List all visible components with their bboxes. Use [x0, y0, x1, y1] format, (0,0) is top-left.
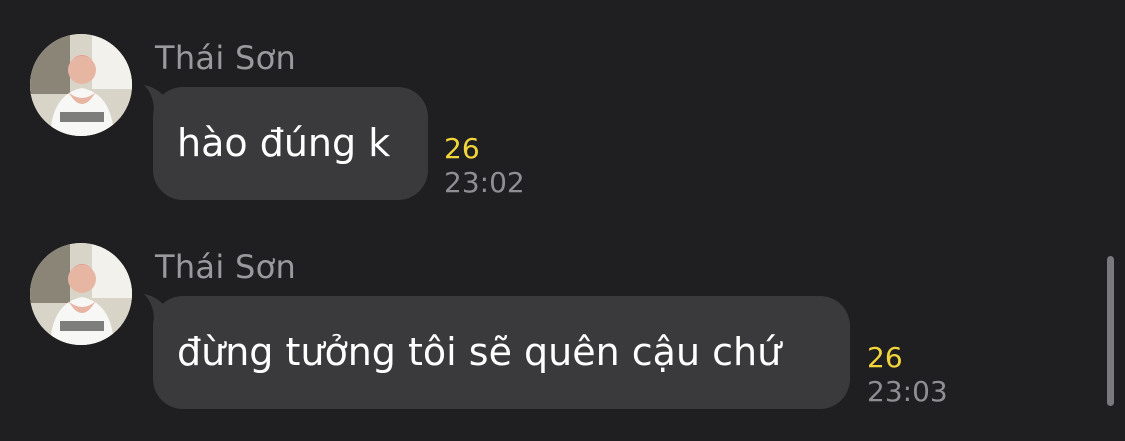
message-bubble[interactable]: đừng tưởng tôi sẽ quên cậu chứ: [144, 294, 850, 409]
avatar-photo-icon: [30, 243, 132, 345]
message-text: đừng tưởng tôi sẽ quên cậu chứ: [177, 330, 782, 374]
message-bubble[interactable]: hào đúng k: [144, 85, 428, 200]
bubble-tail-icon: [144, 85, 170, 111]
scrollbar[interactable]: [1107, 256, 1114, 406]
message-meta: 26 23:02: [444, 132, 525, 200]
unread-count: 26: [867, 341, 903, 374]
message-meta: 26 23:03: [867, 341, 948, 409]
message-text: hào đúng k: [177, 121, 391, 165]
avatar-photo-icon: [30, 34, 132, 136]
message-item: Thái Sơn hào đúng k 26 23:02: [0, 34, 1100, 204]
unread-count: 26: [444, 132, 480, 165]
avatar[interactable]: [30, 243, 132, 345]
chat-thread: Thái Sơn hào đúng k 26 23:02 Thái Sơn đừ…: [0, 0, 1125, 441]
message-time: 23:02: [444, 166, 525, 199]
sender-name: Thái Sơn: [155, 39, 297, 77]
avatar[interactable]: [30, 34, 132, 136]
bubble-tail-icon: [144, 294, 170, 320]
sender-name: Thái Sơn: [155, 248, 297, 286]
message-time: 23:03: [867, 375, 948, 408]
message-item: Thái Sơn đừng tưởng tôi sẽ quên cậu chứ …: [0, 243, 1100, 413]
